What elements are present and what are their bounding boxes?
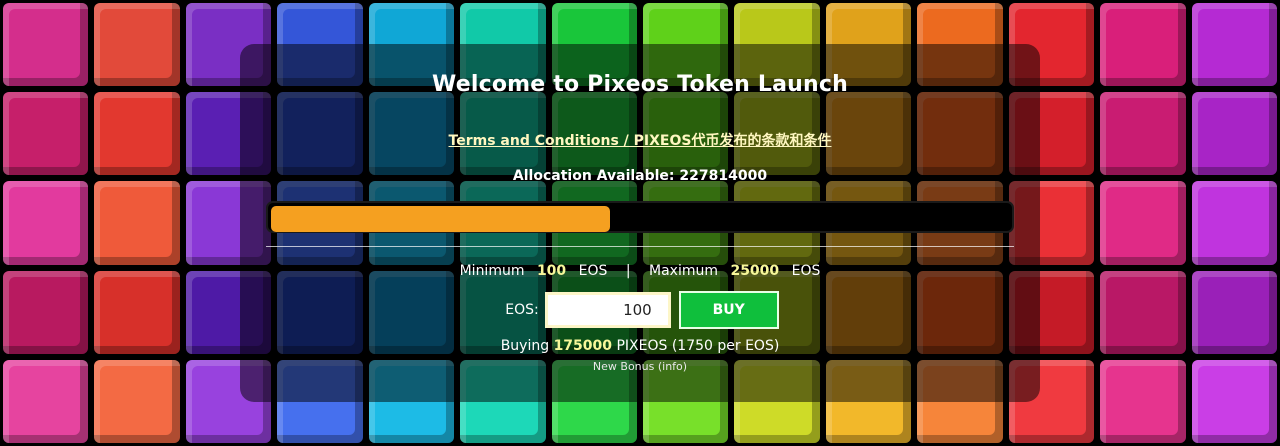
progress-fill [271, 206, 610, 232]
background-cube [3, 3, 89, 87]
allocation-progress-bar [266, 201, 1014, 233]
background-cube [1191, 359, 1277, 443]
minimum-unit: EOS [578, 263, 608, 279]
buying-amount: 175000 [553, 338, 613, 354]
background-cube [1191, 92, 1277, 176]
allocation-label: Allocation Available: [512, 168, 675, 184]
buy-button[interactable]: BUY [678, 291, 779, 329]
background-cube [1100, 181, 1186, 265]
background-cube [1100, 270, 1186, 354]
background-cube [3, 359, 89, 443]
background-cube [3, 181, 89, 265]
eos-amount-input[interactable] [544, 292, 671, 328]
token-launch-panel: Welcome to Pixeos Token Launch Terms and… [240, 44, 1040, 402]
background-cube [1191, 3, 1277, 87]
eos-input-label: EOS: [505, 302, 539, 318]
bonus-info-link[interactable]: (info) [658, 360, 687, 373]
buy-form: EOS: BUY [240, 291, 1040, 329]
buying-summary: Buying 175000 PIXEOS (1750 per EOS) [240, 338, 1040, 354]
background-cube [94, 181, 180, 265]
bonus-note: New Bonus (info) [240, 360, 1040, 373]
background-cube [94, 359, 180, 443]
buying-suffix: PIXEOS (1750 per EOS) [616, 338, 780, 354]
limits-separator: | [625, 263, 631, 279]
allocation-value: 227814000 [679, 168, 768, 184]
background-cube [1191, 181, 1277, 265]
background-cube [3, 92, 89, 176]
terms-and-conditions-link[interactable]: Terms and Conditions / PIXEOS代币发布的条款和条件 [240, 130, 1040, 150]
background-cube [1100, 359, 1186, 443]
maximum-label: Maximum [649, 263, 718, 279]
background-cube [1100, 3, 1186, 87]
divider [266, 246, 1014, 247]
allocation-available: Allocation Available: 227814000 [240, 168, 1040, 184]
background-cube [3, 270, 89, 354]
background-cube [1100, 92, 1186, 176]
background-cube [94, 92, 180, 176]
purchase-limits: Minimum 100 EOS | Maximum 25000 EOS [240, 263, 1040, 279]
minimum-value: 100 [536, 263, 567, 279]
bonus-text: New Bonus [592, 360, 655, 373]
background-cube [94, 270, 180, 354]
maximum-unit: EOS [791, 263, 821, 279]
page-title: Welcome to Pixeos Token Launch [432, 72, 848, 97]
maximum-value: 25000 [730, 263, 780, 279]
minimum-label: Minimum [459, 263, 525, 279]
background-cube [1191, 270, 1277, 354]
buying-prefix: Buying [500, 338, 550, 354]
background-cube [94, 3, 180, 87]
